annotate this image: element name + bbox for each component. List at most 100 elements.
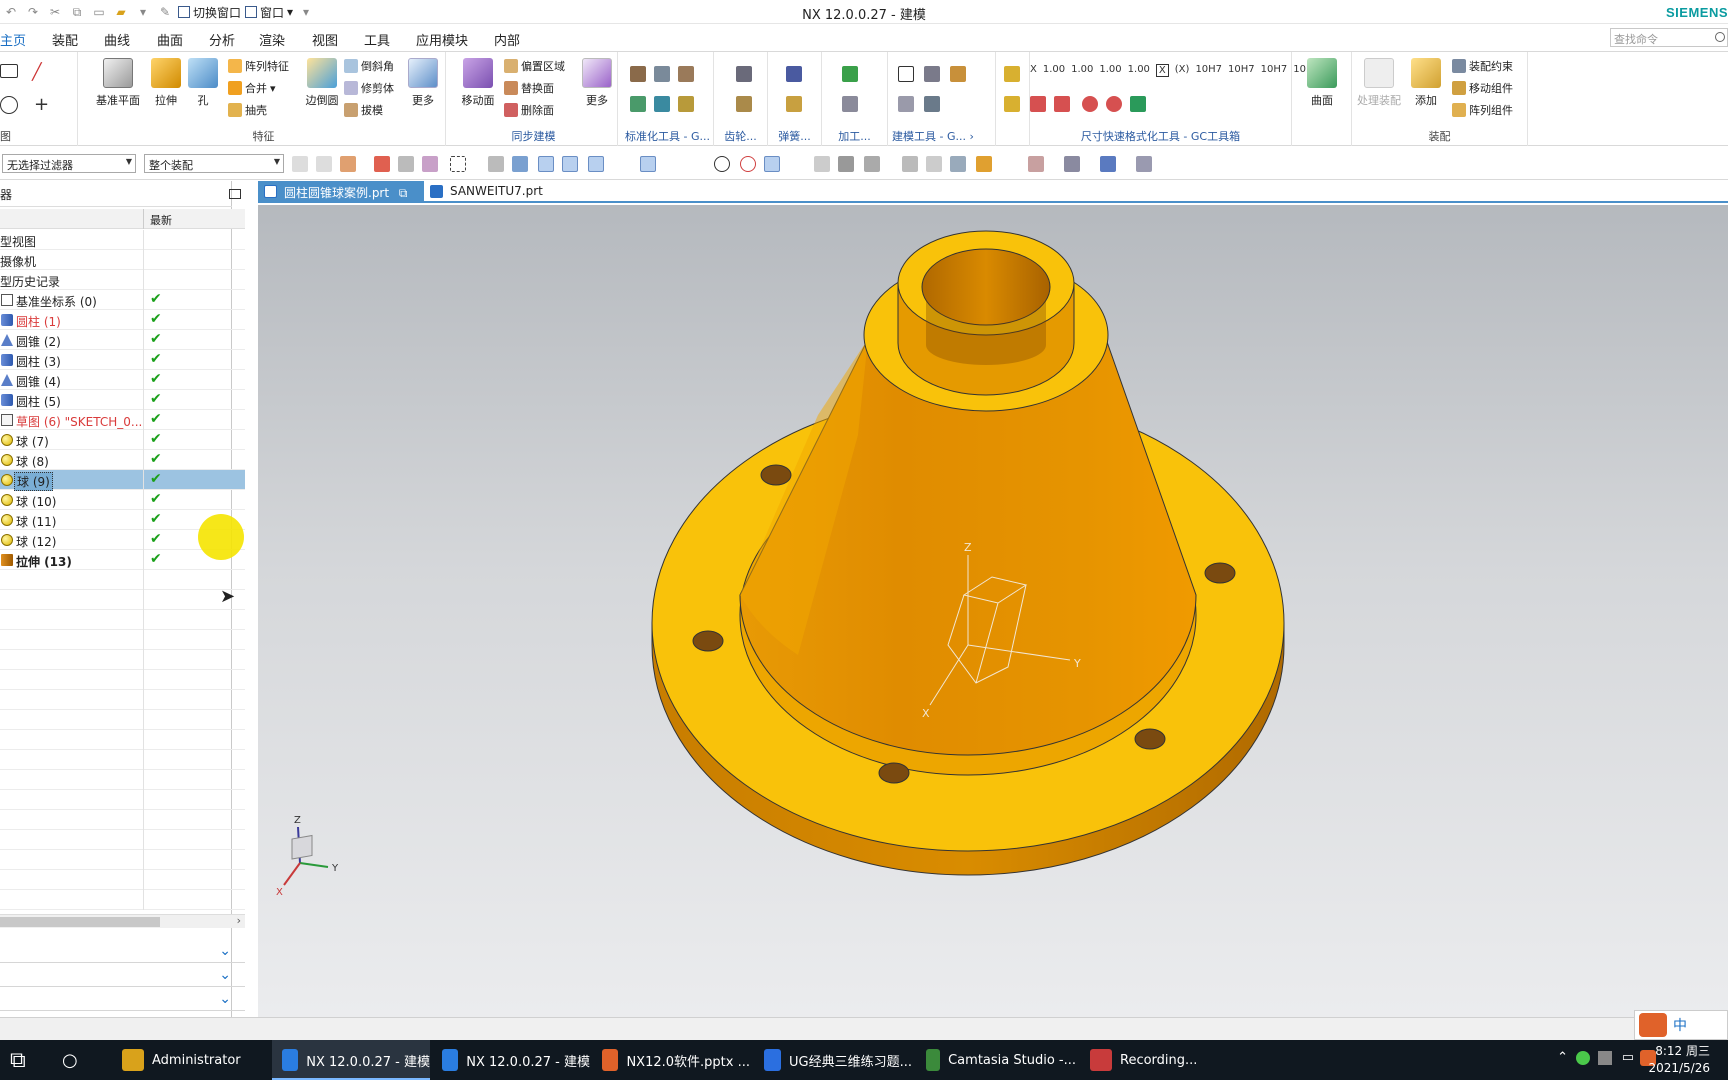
view-icon[interactable] — [512, 156, 528, 172]
edge-blend-button[interactable]: 边倒圆 — [300, 58, 344, 108]
tree-row[interactable]: 球 (7) ✔ — [0, 430, 245, 450]
gc-tool-icon[interactable] — [678, 66, 694, 82]
tab-render[interactable]: 渲染 — [259, 28, 285, 51]
snap-icon[interactable] — [790, 156, 806, 172]
chamfer-button[interactable]: 倒斜角 — [344, 58, 394, 74]
graphics-viewport[interactable]: Z Y X Z Y X — [258, 205, 1728, 1017]
ime-language-label[interactable]: 中 — [1673, 1015, 1687, 1035]
view-tool-icon[interactable] — [1028, 156, 1044, 172]
modeling-tool-icon[interactable] — [950, 66, 966, 82]
pattern-feature-button[interactable]: 阵列特征 — [228, 58, 289, 74]
tree-row[interactable]: 球 (10) ✔ — [0, 490, 245, 510]
maximize-icon[interactable] — [229, 189, 241, 199]
tree-row[interactable]: 球 (8) ✔ — [0, 450, 245, 470]
select-icon[interactable] — [340, 156, 356, 172]
taskbar-app-button[interactable]: NX 12.0.0.27 - 建模 — [432, 1040, 590, 1080]
select-icon[interactable] — [374, 156, 390, 172]
process-assembly-button[interactable]: 处理装配 — [1354, 58, 1404, 108]
snap-point-icon[interactable] — [538, 156, 554, 172]
chevron-down-icon[interactable]: ⌄ — [219, 967, 231, 983]
dim-icon[interactable]: X — [1030, 64, 1037, 77]
rectangle-icon[interactable] — [0, 64, 18, 78]
select-icon[interactable] — [398, 156, 414, 172]
datum-plane-button[interactable]: 基准平面 — [92, 58, 144, 108]
doc-tab[interactable]: SANWEITU7.prt — [424, 181, 548, 203]
preview-panel[interactable]: ⌄ — [0, 989, 245, 1011]
selection-scope-dropdown[interactable]: 整个装配 — [144, 154, 284, 173]
dim-icon[interactable]: 10H7 — [1195, 64, 1222, 77]
tree-row[interactable]: 型视图 — [0, 230, 245, 250]
modeling-tool-icon[interactable] — [924, 96, 940, 112]
taskbar-app-button[interactable]: Recording... — [1080, 1040, 1204, 1080]
trim-body-button[interactable]: 修剪体 — [344, 80, 394, 96]
tab-application[interactable]: 应用模块 — [416, 28, 468, 51]
render-style-icon[interactable] — [1136, 156, 1152, 172]
view-tool-icon[interactable] — [926, 156, 942, 172]
more-feature-button[interactable]: 更多 — [406, 58, 440, 108]
tree-row[interactable]: 圆柱 (3) ✔ — [0, 350, 245, 370]
tree-row[interactable]: 圆锥 (2) ✔ — [0, 330, 245, 350]
triangle-icon[interactable] — [898, 66, 914, 82]
scroll-right-icon[interactable]: › — [237, 914, 241, 927]
curve-icon[interactable] — [664, 156, 680, 172]
tab-home[interactable]: 主页 — [0, 28, 31, 55]
dim-icon[interactable]: 1.00 — [1099, 64, 1121, 77]
dim-icon[interactable]: 10H7 — [1228, 64, 1255, 77]
quadrant-icon[interactable] — [740, 156, 756, 172]
tree-row[interactable]: 草图 (6) "SKETCH_0... ✔ — [0, 410, 245, 430]
tree-row[interactable]: 圆柱 (1) ✔ — [0, 310, 245, 330]
render-style-icon[interactable] — [1100, 156, 1116, 172]
dim-icon[interactable]: (X) — [1175, 64, 1190, 77]
dependencies-panel[interactable]: ⌄ — [0, 941, 245, 963]
system-clock[interactable]: 8:12 周三 2021/5/26 — [1648, 1043, 1710, 1077]
shell-button[interactable]: 抽壳 — [228, 102, 267, 118]
misc-tool-icon[interactable] — [1004, 66, 1020, 82]
network-icon[interactable]: ▭ — [1622, 1050, 1634, 1065]
search-button[interactable]: ○ — [52, 1040, 100, 1080]
ime-indicator[interactable]: 中 — [1634, 1010, 1728, 1040]
undock-icon[interactable]: ⧉ — [399, 186, 408, 200]
snap-line-icon[interactable] — [588, 156, 604, 172]
command-search-input[interactable]: 查找命令 — [1610, 28, 1728, 47]
details-panel[interactable]: ⌄ — [0, 965, 245, 987]
spring-icon[interactable] — [786, 96, 802, 112]
offset-region-button[interactable]: 偏置区域 — [504, 58, 565, 74]
assembly-constraint-button[interactable]: 装配约束 — [1452, 58, 1513, 74]
chevron-down-icon[interactable]: ⌄ — [219, 991, 231, 1007]
snap-icon[interactable] — [838, 156, 854, 172]
gc-tool-icon[interactable] — [630, 96, 646, 112]
model-render[interactable]: Z Y X Z Y X — [258, 205, 1728, 1017]
snap-icon[interactable] — [814, 156, 830, 172]
view-tool-icon[interactable] — [976, 156, 992, 172]
surface-button[interactable]: 曲面 — [1304, 58, 1340, 108]
taskbar-app-button[interactable]: NX12.0软件.pptx ... — [592, 1040, 750, 1080]
tray-expand-icon[interactable]: ⌃ — [1557, 1050, 1568, 1065]
spring-icon[interactable] — [786, 66, 802, 82]
tree-row[interactable]: 圆柱 (5) ✔ — [0, 390, 245, 410]
view-tool-icon[interactable] — [902, 156, 918, 172]
circle-icon[interactable] — [0, 96, 18, 114]
move-component-button[interactable]: 移动组件 — [1452, 80, 1513, 96]
tray-app-icon[interactable] — [1576, 1051, 1590, 1065]
select-icon[interactable] — [422, 156, 438, 172]
tree-row[interactable]: 摄像机 — [0, 250, 245, 270]
modeling-tool-icon[interactable] — [898, 96, 914, 112]
gc-tool-icon[interactable] — [678, 96, 694, 112]
navigator-horizontal-scrollbar[interactable]: › — [0, 914, 245, 928]
tab-curve[interactable]: 曲线 — [104, 28, 130, 51]
tree-row[interactable]: 圆锥 (4) ✔ — [0, 370, 245, 390]
gc-tool-icon[interactable] — [630, 66, 646, 82]
tree-row[interactable]: 基准坐标系 (0) ✔ — [0, 290, 245, 310]
gear-icon[interactable] — [736, 66, 752, 82]
center-point-icon[interactable] — [714, 156, 730, 172]
snap-icon[interactable] — [292, 156, 308, 172]
tab-analysis[interactable]: 分析 — [209, 28, 235, 51]
gc-tool-icon[interactable] — [654, 96, 670, 112]
replace-face-button[interactable]: 替换面 — [504, 80, 554, 96]
taskbar-app-button[interactable]: NX 12.0.0.27 - 建模 — [272, 1040, 430, 1080]
dim-icon[interactable]: X — [1155, 64, 1169, 77]
column-latest-header[interactable]: 最新 — [150, 212, 172, 228]
gear-icon[interactable] — [736, 96, 752, 112]
tab-assembly[interactable]: 装配 — [52, 28, 78, 51]
modeling-tool-icon[interactable] — [924, 66, 940, 82]
